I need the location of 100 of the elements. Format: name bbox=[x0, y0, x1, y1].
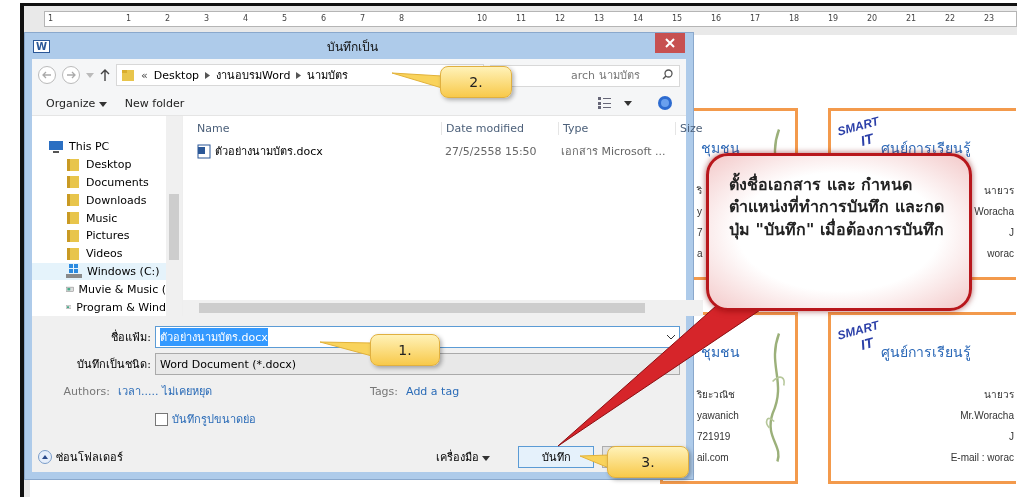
folder-icon bbox=[66, 193, 81, 208]
nav-item[interactable]: Pictures bbox=[32, 227, 166, 245]
file-row[interactable]: ตัวอย่างนามบัตร.docx 27/5/2558 15:50 เอกสาร Microsoft ... bbox=[183, 140, 703, 162]
ruler-number: 21 bbox=[906, 13, 917, 25]
close-icon bbox=[665, 38, 675, 48]
chevron-icon[interactable] bbox=[296, 71, 302, 79]
scrollbar[interactable] bbox=[166, 116, 182, 316]
caret-icon[interactable] bbox=[624, 100, 632, 106]
file-type: เอกสาร Microsoft ... bbox=[560, 144, 667, 160]
callout-bubble: 2. bbox=[440, 66, 512, 98]
help-icon[interactable] bbox=[658, 96, 672, 110]
tools-button[interactable]: เครื่องมือ bbox=[429, 447, 496, 467]
card-text: worac bbox=[987, 247, 1014, 261]
hide-folders-button[interactable]: ซ่อนโฟลเดอร์ bbox=[38, 448, 123, 466]
ruler-number: 8 bbox=[399, 13, 405, 25]
nav-item[interactable]: Muvie & Music ( bbox=[32, 280, 166, 299]
forward-icon bbox=[66, 70, 76, 80]
up-arrow-icon[interactable] bbox=[100, 69, 110, 81]
card-text: a bbox=[697, 247, 703, 261]
organize-button[interactable]: Organize bbox=[46, 96, 117, 110]
logo-drawing: SMART IT bbox=[835, 114, 881, 151]
card-text: 721919 bbox=[697, 430, 732, 444]
ruler-number: 6 bbox=[321, 13, 327, 25]
nav-item[interactable]: Downloads bbox=[32, 191, 166, 210]
word-document-icon bbox=[197, 143, 211, 159]
card-text: J bbox=[1009, 430, 1014, 444]
folder-icon bbox=[66, 157, 81, 172]
card-text: ริ bbox=[697, 184, 703, 198]
ruler-number: 15 bbox=[672, 13, 683, 25]
ruler-number: 17 bbox=[750, 13, 761, 25]
drive-icon bbox=[66, 264, 82, 279]
nav-item[interactable]: Windows (C:) bbox=[32, 262, 166, 281]
nav-item[interactable]: Documents bbox=[32, 173, 166, 192]
folder-icon bbox=[66, 211, 81, 226]
card-title: ชุมชน bbox=[701, 343, 740, 363]
ruler-number: 1 bbox=[126, 13, 132, 25]
column-header[interactable]: Date modified bbox=[441, 121, 558, 135]
card-text: E-mail : worac bbox=[950, 451, 1014, 465]
new-folder-button[interactable]: New folder bbox=[124, 96, 195, 110]
checkbox[interactable] bbox=[155, 412, 168, 426]
field-label: ชื่อแฟ้ม: bbox=[110, 328, 151, 346]
card-text: Woracha bbox=[974, 205, 1014, 219]
nav-item[interactable]: Videos bbox=[32, 244, 166, 263]
callout-pointer bbox=[319, 341, 373, 357]
ruler-number: 23 bbox=[984, 13, 995, 25]
dropdown-icon[interactable] bbox=[667, 334, 675, 340]
ruler-number: 4 bbox=[243, 13, 249, 25]
card-text: นายวร bbox=[984, 184, 1014, 198]
column-header[interactable]: Type bbox=[558, 121, 675, 135]
caret-icon bbox=[98, 101, 107, 107]
ruler-number: 11 bbox=[516, 13, 527, 25]
breadcrumb[interactable]: งานอบรมWord bbox=[216, 66, 291, 84]
card-text: J bbox=[1009, 226, 1014, 240]
folder-icon bbox=[121, 68, 135, 82]
back-icon bbox=[42, 70, 52, 80]
chevron-icon[interactable] bbox=[205, 71, 211, 79]
scrollbar[interactable] bbox=[183, 300, 703, 316]
ruler-number: 19 bbox=[828, 13, 839, 25]
ruler-number: 20 bbox=[867, 13, 878, 25]
callout-pointer bbox=[391, 72, 443, 89]
overflow-chevron[interactable]: « bbox=[141, 68, 148, 82]
ruler-number: 12 bbox=[555, 13, 566, 25]
authors-label: Authors: bbox=[62, 384, 110, 398]
caret-icon bbox=[482, 456, 490, 461]
column-header[interactable]: Name bbox=[183, 121, 441, 135]
ruler-number: 2 bbox=[165, 13, 171, 25]
authors-value[interactable]: เวลา..... ไม่เคยหยุด bbox=[118, 382, 212, 400]
card-text: Mr.Woracha bbox=[960, 409, 1014, 423]
file-name: ตัวอย่างนามบัตร.docx bbox=[215, 144, 323, 160]
collapse-icon bbox=[38, 450, 52, 464]
close-button[interactable] bbox=[655, 33, 685, 53]
ruler-number: 22 bbox=[945, 13, 956, 25]
ruler-number: 1 bbox=[48, 13, 54, 25]
ruler-number: 14 bbox=[633, 13, 644, 25]
ruler-number: 18 bbox=[789, 13, 800, 25]
ruler-number: 3 bbox=[204, 13, 210, 25]
checkbox-label[interactable]: บันทึกรูปขนาดย่อ bbox=[172, 410, 256, 428]
breadcrumb[interactable]: Desktop bbox=[153, 68, 200, 82]
ruler-number: 13 bbox=[594, 13, 605, 25]
folder-icon bbox=[66, 246, 81, 261]
nav-item[interactable]: Desktop bbox=[32, 155, 166, 174]
card-text: yawanich bbox=[697, 409, 739, 423]
save-button[interactable]: บันทึก bbox=[518, 446, 594, 468]
logo-drawing: SMART IT bbox=[835, 318, 881, 355]
add-tag-link[interactable]: Add a tag bbox=[406, 384, 460, 398]
computer-icon bbox=[48, 139, 64, 154]
window-title: บันทึกเป็น bbox=[326, 38, 379, 56]
card-title: ศูนย์การเรียนรู้ bbox=[881, 343, 971, 363]
nav-item[interactable]: Music bbox=[32, 209, 166, 227]
search-icon bbox=[662, 69, 673, 80]
ruler-number: 7 bbox=[360, 13, 366, 25]
word-icon: W bbox=[33, 39, 51, 53]
nav-item[interactable]: Program & Wind bbox=[32, 298, 166, 316]
nav-item[interactable]: This PC bbox=[32, 138, 166, 156]
breadcrumb[interactable]: นามบัตร bbox=[307, 66, 349, 84]
folder-icon bbox=[66, 175, 81, 190]
card-text: ail.com bbox=[697, 451, 730, 465]
callout-bubble: 3. bbox=[607, 446, 689, 478]
callout-bubble: 1. bbox=[370, 334, 440, 366]
card-text: ริยะวณิช bbox=[697, 388, 736, 402]
